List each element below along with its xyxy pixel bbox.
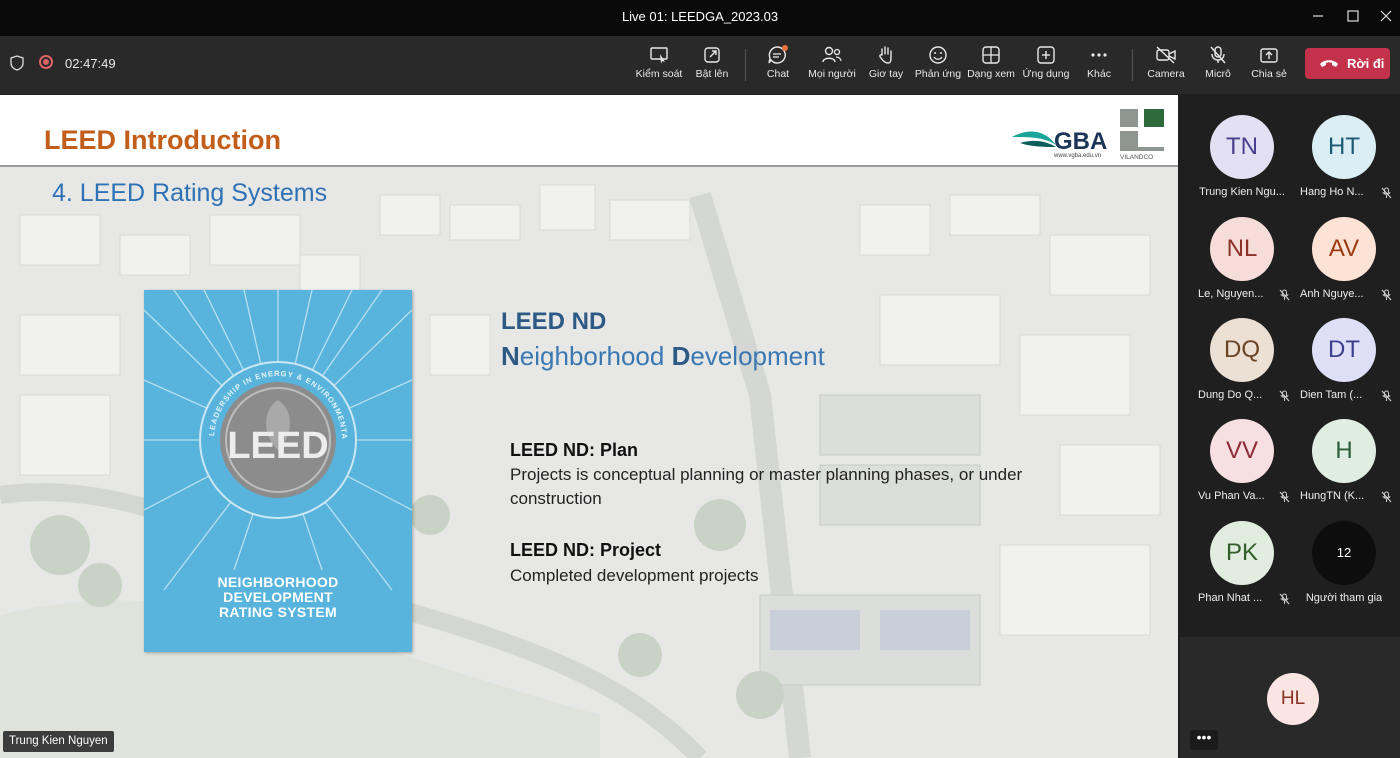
participant-count: 12: [1312, 521, 1376, 585]
view-button[interactable]: Dạng xem: [966, 36, 1016, 94]
book-cover-text: NEIGHBORHOOD DEVELOPMENT RATING SYSTEM: [217, 574, 339, 620]
participant-tile[interactable]: TN Trung Kien Ngu...: [1192, 109, 1292, 209]
avatar: AV: [1312, 217, 1376, 281]
apps-button[interactable]: Ứng dụng: [1021, 36, 1071, 94]
popout-icon: [704, 47, 720, 63]
mic-button[interactable]: Micrô: [1198, 36, 1238, 94]
raise-hand-button[interactable]: Giơ tay: [866, 36, 906, 94]
shield-icon[interactable]: [10, 55, 24, 71]
mic-off-icon: [1381, 491, 1392, 503]
apps-icon: [1037, 46, 1055, 64]
meeting-timer: 02:47:49: [65, 56, 116, 71]
participant-tile[interactable]: AV Anh Nguye...: [1294, 211, 1394, 311]
slide-header: LEED Introduction GBA www.vgba.edu.vn VI…: [0, 95, 1178, 167]
participant-name: HungTN (K...: [1300, 490, 1365, 502]
camera-off-icon: [1156, 46, 1176, 64]
avatar: VV: [1210, 419, 1274, 483]
participant-name: Vu Phan Va...: [1198, 490, 1265, 502]
toolbar-divider: [1132, 49, 1133, 81]
svg-text:www.vgba.edu.vn: www.vgba.edu.vn: [1053, 153, 1101, 159]
mic-off-icon: [1381, 187, 1392, 199]
control-icon: [650, 47, 668, 64]
project-heading: LEED ND: Project: [510, 540, 662, 560]
participant-name: Trung Kien Ngu...: [1199, 186, 1285, 198]
mic-off-icon: [1279, 593, 1290, 605]
avatar: H: [1312, 419, 1376, 483]
participant-name: Dung Do Q...: [1198, 389, 1263, 401]
reaction-icon: [929, 46, 947, 64]
self-view: HL •••: [1180, 637, 1400, 758]
participant-tile[interactable]: H HungTN (K...: [1294, 413, 1394, 513]
popout-button[interactable]: Bật lên: [692, 36, 732, 94]
window-title: Live 01: LEEDGA_2023.03: [621, 9, 779, 24]
title-bar: Live 01: LEEDGA_2023.03: [0, 0, 1400, 36]
self-avatar: HL: [1267, 673, 1319, 725]
mic-off-icon: [1210, 46, 1226, 64]
participant-name: Phan Nhat ...: [1198, 592, 1263, 604]
maximize-icon[interactable]: [1341, 6, 1365, 28]
toolbar-divider: [745, 49, 746, 81]
chat-icon: [768, 45, 788, 64]
self-more-button[interactable]: •••: [1190, 730, 1218, 750]
presenter-name-tag: Trung Kien Nguyen: [3, 731, 114, 752]
people-button[interactable]: Mọi người: [806, 36, 858, 94]
project-text: Completed development projects: [510, 566, 759, 585]
close-icon[interactable]: [1374, 6, 1398, 28]
svg-text:VILANDCO: VILANDCO: [1120, 154, 1153, 161]
slide-subtitle: 4. LEED Rating Systems: [52, 179, 328, 207]
participant-tile[interactable]: DT Dien Tam (...: [1294, 312, 1394, 412]
mic-off-icon: [1279, 390, 1290, 402]
hand-icon: [879, 46, 892, 64]
avatar: DT: [1312, 318, 1376, 382]
plan-text: Projects is conceptual planning or maste…: [510, 465, 1023, 508]
leave-button[interactable]: Rời đi: [1305, 48, 1390, 79]
chat-button[interactable]: Chat: [760, 36, 796, 94]
leed-nd-subtitle: Neighborhood Development: [501, 341, 825, 371]
participant-name: Anh Nguye...: [1300, 288, 1364, 300]
participant-tile[interactable]: HT Hang Ho N...: [1294, 109, 1394, 209]
svg-text:LEED: LEED: [227, 425, 328, 467]
view-icon: [982, 46, 1000, 64]
more-button[interactable]: Khác: [1081, 36, 1117, 94]
participant-tile[interactable]: NL Le, Nguyen...: [1192, 211, 1292, 311]
participant-name: Người tham gia: [1305, 592, 1383, 604]
reaction-button[interactable]: Phản ứng: [914, 36, 962, 94]
share-icon: [1260, 48, 1278, 63]
mic-off-icon: [1381, 289, 1392, 301]
avatar: TN: [1210, 115, 1274, 179]
shared-screen: LEED Introduction GBA www.vgba.edu.vn VI…: [0, 95, 1178, 758]
share-button[interactable]: Chia sẻ: [1249, 36, 1289, 94]
plan-heading: LEED ND: Plan: [510, 440, 639, 460]
control-button[interactable]: Kiểm soát: [634, 36, 684, 94]
more-icon: [1091, 53, 1107, 57]
hang-up-icon: [1320, 60, 1338, 67]
participant-name: Le, Nguyen...: [1198, 288, 1264, 300]
mic-off-icon: [1381, 390, 1392, 402]
participant-name: Dien Tam (...: [1300, 389, 1363, 401]
gba-logo: GBA www.vgba.edu.vn: [1012, 128, 1107, 159]
participant-tile[interactable]: PK Phan Nhat ...: [1192, 515, 1292, 615]
avatar: NL: [1210, 217, 1274, 281]
minimize-icon[interactable]: [1306, 6, 1330, 28]
more-participants-tile[interactable]: 12 Người tham gia: [1294, 515, 1394, 615]
mic-off-icon: [1279, 491, 1290, 503]
avatar: DQ: [1210, 318, 1274, 382]
slide-title: LEED Introduction: [44, 125, 281, 155]
vilandco-logo: VILANDCO: [1120, 109, 1164, 161]
avatar: HT: [1312, 115, 1376, 179]
mic-off-icon: [1279, 289, 1290, 301]
participant-tile[interactable]: VV Vu Phan Va...: [1192, 413, 1292, 513]
people-icon: [822, 46, 842, 63]
leed-nd-title: LEED ND: [501, 308, 607, 335]
avatar: PK: [1210, 521, 1274, 585]
recording-icon: [39, 55, 53, 69]
leed-nd-book-cover: LEED LEADERSHIP IN ENERGY & ENVIRONMENTA…: [144, 290, 412, 652]
svg-text:GBA: GBA: [1054, 128, 1107, 155]
participant-name: Hang Ho N...: [1300, 186, 1364, 198]
participants-panel: TN Trung Kien Ngu... HT Hang Ho N... NL …: [1180, 95, 1400, 637]
camera-button[interactable]: Camera: [1146, 36, 1186, 94]
participant-tile[interactable]: DQ Dung Do Q...: [1192, 312, 1292, 412]
meeting-toolbar: 02:47:49 Kiểm soát Bật lên Chat Mọi ngườ…: [0, 36, 1400, 94]
